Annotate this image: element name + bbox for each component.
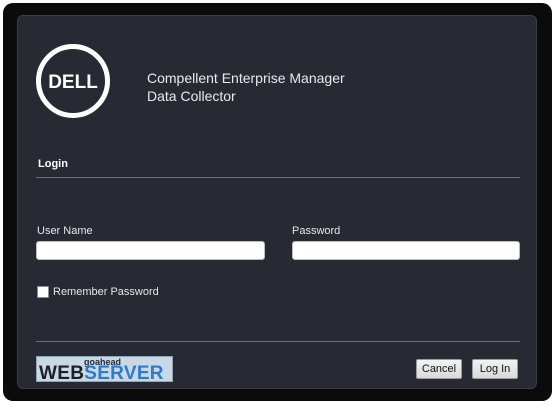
cancel-button[interactable]: Cancel [416, 359, 462, 379]
login-heading: Login [38, 158, 68, 170]
username-input[interactable] [36, 241, 265, 260]
password-input[interactable] [292, 241, 520, 260]
footer-divider [36, 341, 520, 342]
app-title-line1: Compellent Enterprise Manager [147, 70, 345, 86]
app-title-line2: Data Collector [147, 88, 236, 104]
app-title: Compellent Enterprise Manager Data Colle… [147, 69, 345, 105]
badge-server-text: SERVER [84, 363, 164, 382]
dell-logo: DELL [36, 44, 110, 118]
login-button[interactable]: Log In [472, 359, 518, 379]
goahead-webserver-badge: goahead WEBSERVER [36, 356, 173, 382]
login-window: DELL Compellent Enterprise Manager Data … [3, 3, 552, 401]
remember-password-option[interactable]: Remember Password [37, 286, 159, 298]
dell-logo-text: DELL [48, 72, 98, 93]
dell-logo-mark: DELL [48, 72, 98, 93]
badge-web-text: WEB [39, 363, 85, 382]
username-label: User Name [37, 225, 93, 237]
badge-webserver-text: WEBSERVER [39, 363, 164, 382]
remember-password-label: Remember Password [53, 286, 159, 298]
remember-password-checkbox[interactable] [37, 286, 49, 298]
password-label: Password [292, 225, 341, 237]
heading-divider [36, 177, 520, 178]
